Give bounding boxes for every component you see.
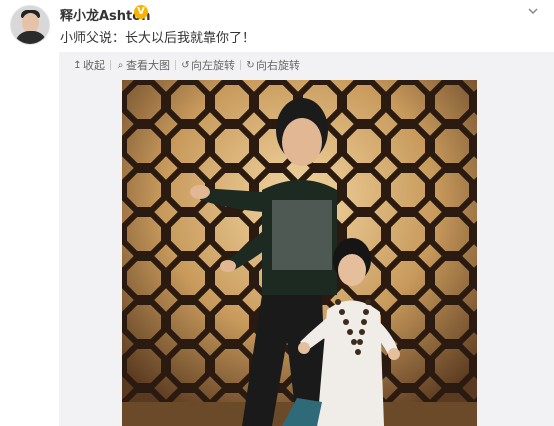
post-text: 小师父说：长大以后我就靠你了！ <box>60 31 256 46</box>
rotate-left-button[interactable]: ↺ 向左旋转 <box>181 57 235 73</box>
avatar[interactable] <box>10 5 50 45</box>
verified-badge-icon: V <box>134 5 148 19</box>
view-large-button[interactable]: ⌕ 查看大图 <box>116 57 170 73</box>
post-photo[interactable] <box>122 80 477 426</box>
media-box: ↥ 收起 ⌕ 查看大图 ↺ 向左旋转 ↻ 向右旋转 <box>59 52 554 426</box>
arrow-up-icon: ↥ <box>73 59 82 71</box>
separator <box>110 60 111 70</box>
rotate-left-icon: ↺ <box>181 59 190 71</box>
image-toolbar: ↥ 收起 ⌕ 查看大图 ↺ 向左旋转 ↻ 向右旋转 <box>73 57 300 73</box>
collapse-button[interactable]: ↥ 收起 <box>73 57 105 73</box>
collapse-label: 收起 <box>83 59 105 72</box>
rotate-left-label: 向左旋转 <box>191 59 235 72</box>
chevron-down-icon[interactable] <box>526 4 540 18</box>
rotate-right-icon: ↻ <box>246 59 255 71</box>
rotate-right-label: 向右旋转 <box>256 59 300 72</box>
search-icon: ⌕ <box>117 59 124 71</box>
view-large-label: 查看大图 <box>126 59 170 72</box>
rotate-right-button[interactable]: ↻ 向右旋转 <box>246 57 300 73</box>
separator <box>175 60 176 70</box>
photo-image <box>122 80 477 426</box>
separator <box>240 60 241 70</box>
weibo-post-card: 释小龙Ashton V 小师父说：长大以后我就靠你了！ ↥ 收起 ⌕ 查看大图 … <box>0 0 554 426</box>
